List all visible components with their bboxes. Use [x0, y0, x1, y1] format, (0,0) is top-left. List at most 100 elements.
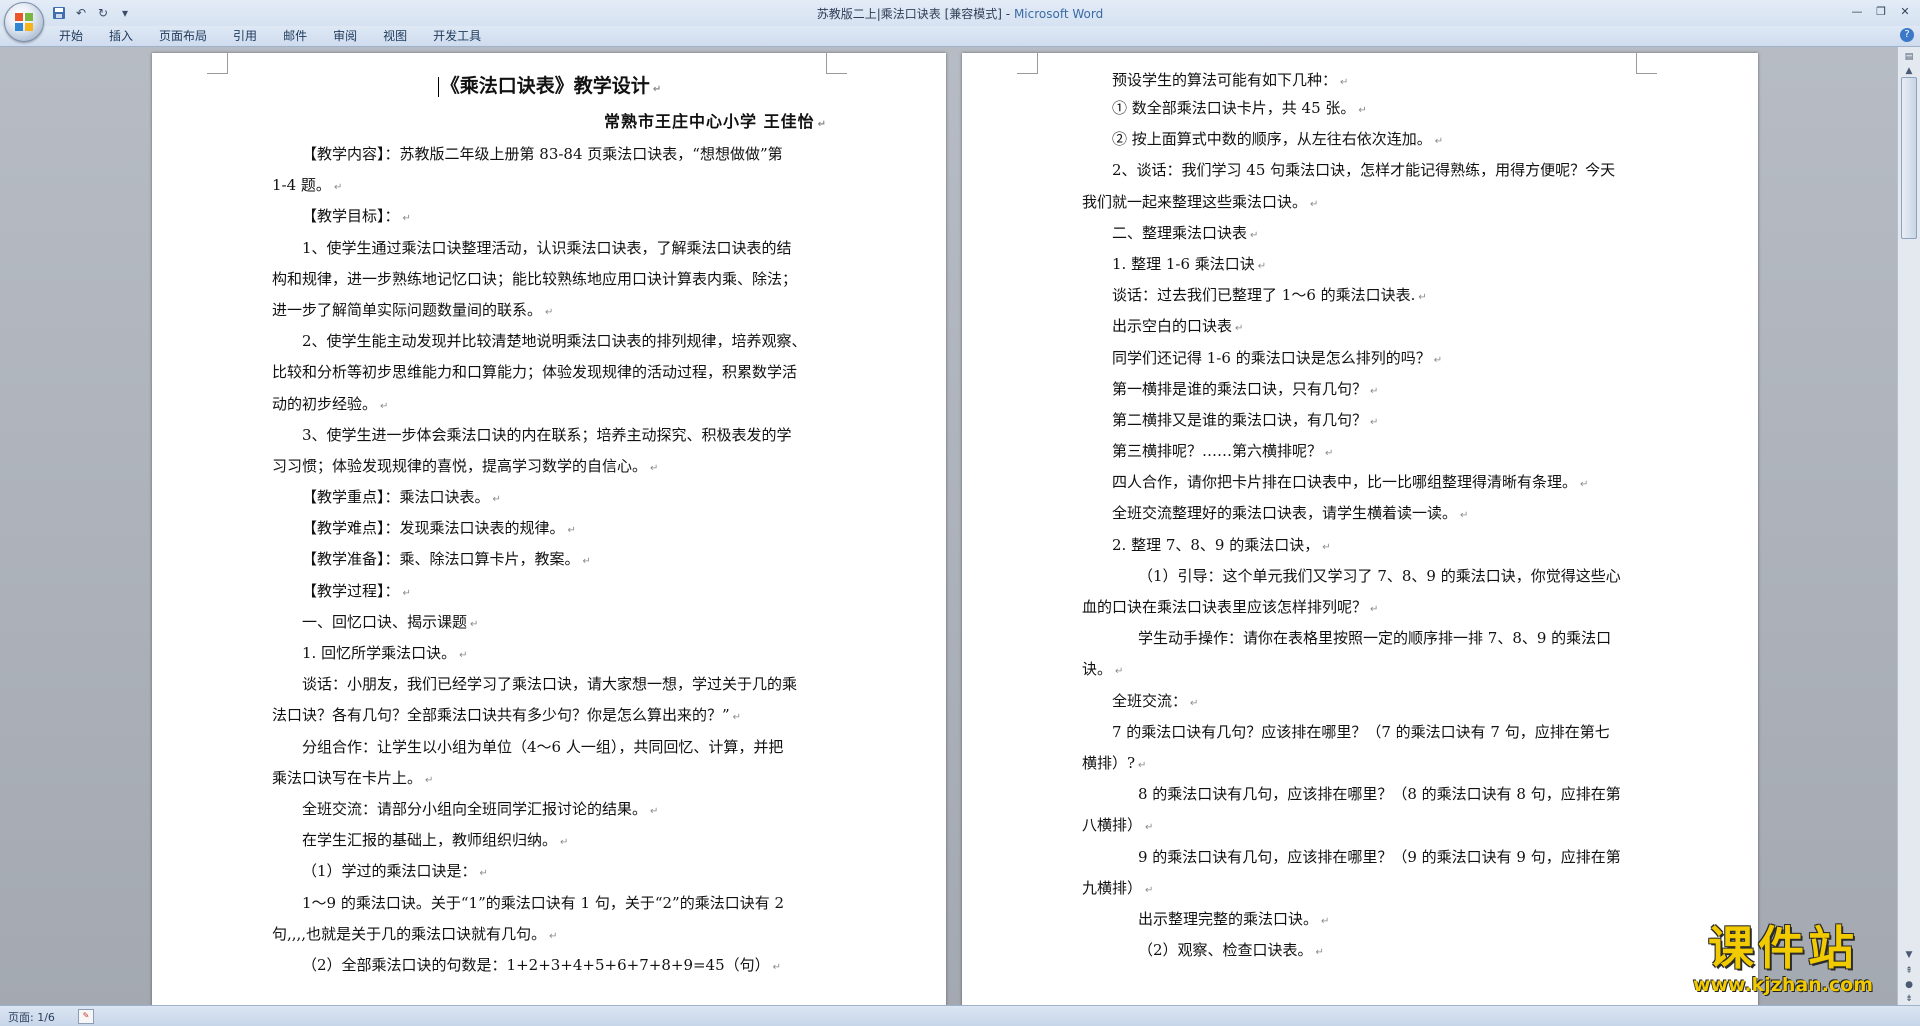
- paragraph-line: 在学生汇报的基础上，教师组织归纳。 ↵: [302, 831, 569, 850]
- tab-review[interactable]: 审阅: [320, 28, 370, 44]
- paragraph-line: 习习惯；体验发现规律的喜悦，提高学习数学的自信心。 ↵: [272, 456, 659, 475]
- line-text: 八横排）: [1082, 816, 1143, 835]
- tab-references[interactable]: 引用: [220, 28, 270, 44]
- paragraph-line: 一、回忆口诀、揭示课题 ↵: [302, 612, 479, 631]
- document-workspace: 《乘法口诀表》教学设计 ↵ 常熟市王庄中心小学 王佳怡 ↵ 【教学内容】：苏教版二年…: [0, 47, 1898, 1005]
- paragraph-line: 分组合作：让学生以小组为单位（4～6 人一组），共同回忆、计算，并把: [272, 732, 827, 763]
- line-text: （1）学过的乘法口诀是：: [302, 862, 477, 881]
- line-text: 比较和分析等初步思维能力和口算能力；体验发现规律的活动过程，积累数学活: [272, 363, 798, 382]
- line-text: 预设学生的算法可能有如下几种：: [1112, 71, 1338, 89]
- line-text: 我们就一起来整理这些乘法口诀。: [1082, 192, 1308, 211]
- watermark-url: www.kjzhan.com: [1692, 974, 1874, 996]
- line-text: 第二横排又是谁的乘法口诀，有几句？: [1112, 410, 1368, 429]
- line-text: 【教学目标】：: [302, 207, 400, 226]
- line-text: 诀。: [1082, 660, 1113, 679]
- paragraph-line: 谈话：过去我们已整理了 1～6 的乘法口诀表. ↵: [1112, 286, 1427, 305]
- tab-insert[interactable]: 插入: [96, 28, 146, 44]
- paragraph-line: 学生动手操作：请你在表格里按照一定的顺序排一排 7、8、9 的乘法口: [1082, 623, 1637, 654]
- paragraph-line: 2. 整理 7、8、9 的乘法口诀， ↵: [1112, 535, 1331, 554]
- paragraph-line: 出示整理完整的乘法口诀。 ↵: [1138, 909, 1330, 928]
- document-name: 苏教版二上|乘法口诀表 [兼容模式]: [816, 7, 1002, 21]
- line-text: 同学们还记得 1-6 的乘法口诀是怎么排列的吗？: [1112, 348, 1431, 367]
- line-text: 9 的乘法口诀有几句，应该排在哪里？（9 的乘法口诀有 9 句，应排在第: [1138, 847, 1621, 866]
- proofing-icon[interactable]: ✎: [78, 1009, 94, 1024]
- paragraph-line: 第一横排是谁的乘法口诀，只有几句？ ↵: [1112, 379, 1379, 398]
- line-text: 第三横排呢？……第六横排呢？: [1112, 442, 1323, 461]
- status-bar: 页面: 1/6 ✎: [0, 1005, 1920, 1026]
- maximize-icon[interactable]: ❐: [1870, 2, 1892, 20]
- line-text: 8 的乘法口诀有几句，应该排在哪里？（8 的乘法口诀有 8 句，应排在第: [1138, 785, 1621, 804]
- line-text: 一、回忆口诀、揭示课题: [302, 612, 468, 631]
- title-bar: ↶ ↻ ▾ 苏教版二上|乘法口诀表 [兼容模式] - Microsoft Wor…: [0, 0, 1920, 27]
- paragraph-line: 1～9 的乘法口诀。关于“1”的乘法口诀有 1 句，关于“2”的乘法口诀有 2: [272, 888, 827, 919]
- document-title: 《乘法口诀表》教学设计 ↵: [272, 67, 827, 105]
- paragraph-line: 【教学准备】：乘、除法口算卡片，教案。 ↵: [302, 550, 591, 569]
- help-icon[interactable]: ?: [1900, 28, 1914, 42]
- watermark-logo: 课件站 www.kjzhan.com: [1668, 922, 1898, 1002]
- line-text: 1-4 题。: [272, 176, 331, 195]
- line-text: 1、使学生通过乘法口诀整理活动，认识乘法口诀表，了解乘法口诀表的结: [302, 238, 792, 257]
- paragraph-line: （2）全部乘法口诀的句数是：1+2+3+4+5+6+7+8+9=45（句） ↵: [302, 955, 782, 974]
- tab-developer[interactable]: 开发工具: [420, 28, 494, 44]
- watermark-name: 课件站: [1708, 921, 1858, 975]
- line-text: 2. 整理 7、8、9 的乘法口诀，: [1112, 535, 1320, 554]
- paragraph-line: 诀。 ↵: [1082, 660, 1124, 679]
- line-text: （2）全部乘法口诀的句数是：1+2+3+4+5+6+7+8+9=45（句）: [302, 955, 770, 974]
- paragraph-line: 7 的乘法口诀有几句？应该排在哪里？（7 的乘法口诀有 7 句，应排在第七: [1082, 717, 1637, 748]
- line-text: 二、整理乘法口诀表: [1112, 223, 1248, 242]
- document-page-2[interactable]: 预设学生的算法可能有如下几种： ↵ ① 数全部乘法口诀卡片，共 45 张。 ↵ ② …: [962, 53, 1758, 1005]
- line-text: 出示空白的口诀表: [1112, 317, 1233, 336]
- page-indicator[interactable]: 页面: 1/6: [8, 1009, 55, 1025]
- line-text: 分组合作：让学生以小组为单位（4～6 人一组），共同回忆、计算，并把: [302, 737, 784, 756]
- document-author: 常熟市王庄中心小学 王佳怡 ↵: [604, 112, 827, 131]
- paragraph-line: 【教学目标】： ↵: [302, 207, 411, 226]
- paragraph-line: 全班交流整理好的乘法口诀表，请学生横着读一读。 ↵: [1112, 504, 1469, 523]
- vertical-scrollbar[interactable]: ▤ ▲ ▼ ⇞ ● ⇟: [1897, 47, 1920, 1005]
- line-text: 【教学过程】：: [302, 581, 400, 600]
- scroll-thumb[interactable]: [1901, 77, 1917, 239]
- paragraph-line: 2、使学生能主动发现并比较清楚地说明乘法口诀表的排列规律，培养观察、: [272, 326, 827, 357]
- line-text: 谈话：过去我们已整理了 1～6 的乘法口诀表.: [1112, 286, 1416, 305]
- line-text: 学生动手操作：请你在表格里按照一定的顺序排一排 7、8、9 的乘法口: [1138, 629, 1612, 648]
- tab-page-layout[interactable]: 页面布局: [146, 28, 220, 44]
- paragraph-line: ① 数全部乘法口诀卡片，共 45 张。 ↵: [1112, 99, 1367, 117]
- document-page-1[interactable]: 《乘法口诀表》教学设计 ↵ 常熟市王庄中心小学 王佳怡 ↵ 【教学内容】：苏教版二年…: [152, 53, 946, 1005]
- line-text: 四人合作，请你把卡片排在口诀表中，比一比哪组整理得清晰有条理。: [1112, 473, 1578, 492]
- paragraph-line: 乘法口诀写在卡片上。 ↵: [272, 768, 434, 787]
- paragraph-line: 第二横排又是谁的乘法口诀，有几句？ ↵: [1112, 410, 1379, 429]
- window-title: 苏教版二上|乘法口诀表 [兼容模式] - Microsoft Word: [0, 5, 1920, 22]
- paragraph-line: （1）引导：这个单元我们又学习了 7、8、9 的乘法口诀，你觉得这些心: [1082, 561, 1637, 592]
- paragraph-line: 八横排） ↵: [1082, 816, 1154, 835]
- paragraph-line: 横排）? ↵: [1082, 753, 1147, 772]
- paragraph-line: 我们就一起来整理这些乘法口诀。 ↵: [1082, 192, 1319, 211]
- crop-mark: [207, 53, 228, 74]
- line-text: 进一步了解简单实际问题数量间的联系。: [272, 300, 543, 319]
- office-button[interactable]: [4, 2, 44, 42]
- paragraph-line: 进一步了解简单实际问题数量间的联系。 ↵: [272, 300, 554, 319]
- tab-mailings[interactable]: 邮件: [270, 28, 320, 44]
- line-text: 九横排）: [1082, 878, 1143, 897]
- line-text: 2、使学生能主动发现并比较清楚地说明乘法口诀表的排列规律，培养观察、: [302, 332, 807, 351]
- tab-home[interactable]: 开始: [46, 28, 96, 44]
- window-controls: — ❐ ✕: [1846, 2, 1916, 20]
- paragraph-line: （1）学过的乘法口诀是： ↵: [302, 862, 488, 881]
- paragraph-line: 全班交流： ↵: [1112, 691, 1199, 710]
- paragraph-line: 1、使学生通过乘法口诀整理活动，认识乘法口诀表，了解乘法口诀表的结: [272, 233, 827, 264]
- scroll-down-icon[interactable]: ▼: [1900, 947, 1918, 963]
- paragraph-line: 1. 整理 1-6 乘法口诀 ↵: [1112, 254, 1267, 273]
- tab-view[interactable]: 视图: [370, 28, 420, 44]
- minimize-icon[interactable]: —: [1846, 2, 1868, 20]
- app-name: Microsoft Word: [1013, 7, 1104, 21]
- text-cursor: [437, 77, 439, 97]
- paragraph-line: 比较和分析等初步思维能力和口算能力；体验发现规律的活动过程，积累数学活: [272, 357, 827, 388]
- line-text: ① 数全部乘法口诀卡片，共 45 张。: [1112, 99, 1356, 117]
- paragraph-line: 1-4 题。 ↵: [272, 176, 343, 195]
- paragraph-line: 【教学重点】：乘法口诀表。 ↵: [302, 488, 501, 507]
- paragraph-line: 二、整理乘法口诀表 ↵: [1112, 223, 1259, 242]
- paragraph-line: 第三横排呢？……第六横排呢？ ↵: [1112, 442, 1334, 461]
- ribbon: 开始 插入 页面布局 引用 邮件 审阅 视图 开发工具 ?: [0, 26, 1920, 47]
- line-text: （2）观察、检查口诀表。: [1138, 941, 1313, 960]
- close-icon[interactable]: ✕: [1894, 2, 1916, 20]
- line-text: 谈话：小朋友，我们已经学习了乘法口诀，请大家想一想，学过关于几的乘: [302, 675, 798, 694]
- line-text: 2、谈话：我们学习 45 句乘法口诀，怎样才能记得熟练，用得方便呢？今天: [1112, 161, 1616, 180]
